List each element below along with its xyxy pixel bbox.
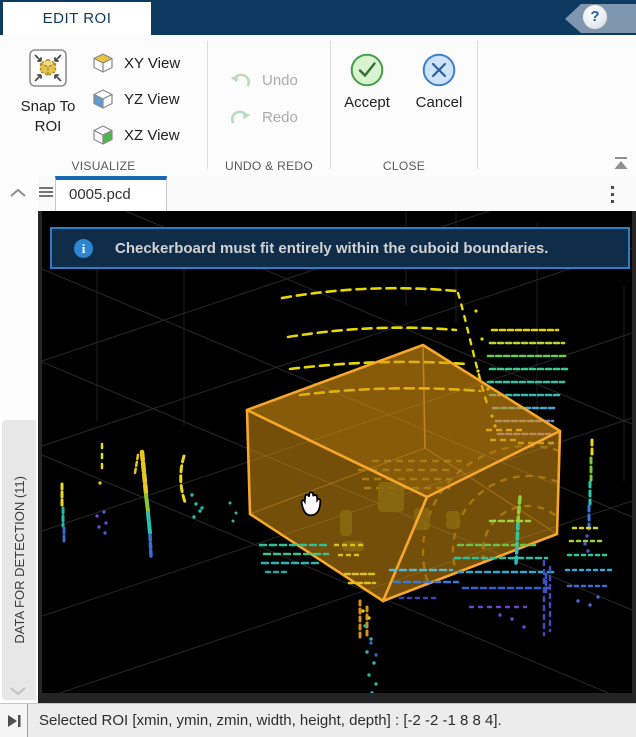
ribbon-tab-label: EDIT ROI [43, 10, 112, 27]
data-for-detection-label: DATA FOR DETECTION (11) [12, 476, 27, 644]
cancel-button[interactable]: Cancel [408, 53, 470, 111]
redo-button[interactable]: Redo [229, 104, 298, 130]
xz-view-label: XZ View [124, 127, 180, 144]
document-tab-0005[interactable]: 0005.pcd [55, 176, 167, 211]
cube-yz-icon [91, 88, 115, 110]
document-tabstrip: 0005.pcd [38, 176, 636, 211]
collapse-ribbon-icon [612, 157, 630, 170]
cancel-x-icon [422, 53, 456, 87]
chevron-down-icon[interactable] [9, 683, 27, 701]
yz-view-label: YZ View [124, 91, 180, 108]
accept-check-icon [350, 53, 384, 87]
data-for-detection-panel-tab[interactable]: DATA FOR DETECTION (11) [2, 420, 36, 700]
play-to-bar-icon [6, 714, 22, 728]
xz-view-button[interactable]: XZ View [91, 122, 180, 148]
toolbar-separator [477, 41, 478, 169]
undo-icon [229, 70, 252, 90]
status-text: Selected ROI [xmin, ymin, zmin, width, h… [28, 704, 636, 737]
open-hand-cursor-icon [302, 492, 321, 515]
toolbar-separator [207, 41, 208, 169]
snap-to-roi-label: Snap ToROI [21, 97, 76, 137]
ribbon-tab-edit-roi[interactable]: EDIT ROI [3, 2, 151, 35]
ribbon-toolbar: Snap ToROI XY View YZ View [0, 35, 636, 177]
app-window: EDIT ROI ? [0, 0, 636, 737]
expand-panel-button[interactable] [0, 704, 28, 737]
undo-label: Undo [262, 72, 298, 89]
accept-button[interactable]: Accept [338, 53, 396, 111]
collapse-ribbon-button[interactable] [612, 157, 630, 170]
help-button[interactable]: ? [565, 2, 636, 33]
accept-label: Accept [344, 94, 390, 111]
undo-button[interactable]: Undo [229, 67, 298, 93]
cube-xy-icon [91, 52, 115, 74]
snap-to-roi-icon [28, 48, 68, 88]
statusbar: Selected ROI [xmin, ymin, zmin, width, h… [0, 703, 636, 737]
point-cloud-scene[interactable] [42, 211, 632, 693]
toolbar-separator [330, 41, 331, 169]
redo-label: Redo [262, 109, 298, 126]
xy-view-label: XY View [124, 55, 180, 72]
snap-to-roi-button[interactable]: Snap ToROI [9, 48, 87, 137]
point-cloud-canvas[interactable]: i Checkerboard must fit entirely within … [38, 211, 636, 703]
chevron-up-icon[interactable] [9, 185, 27, 203]
cube-xz-icon [91, 124, 115, 146]
ribbon-tabbar: EDIT ROI ? [0, 0, 636, 35]
group-label-close: CLOSE [331, 159, 477, 173]
left-rail: DATA FOR DETECTION (11) [0, 176, 38, 703]
redo-icon [229, 107, 252, 127]
group-label-visualize: VISUALIZE [0, 159, 207, 173]
document-menu-icon[interactable] [611, 186, 614, 207]
document-list-icon[interactable] [39, 187, 53, 199]
xy-view-button[interactable]: XY View [91, 50, 180, 76]
group-label-undo-redo: UNDO & REDO [208, 159, 330, 173]
yz-view-button[interactable]: YZ View [91, 86, 180, 112]
info-banner-text: Checkerboard must fit entirely within th… [115, 240, 548, 257]
cancel-label: Cancel [416, 94, 463, 111]
info-banner: i Checkerboard must fit entirely within … [50, 227, 630, 269]
question-icon[interactable]: ? [582, 4, 608, 30]
info-icon: i [74, 239, 93, 258]
document-tab-label: 0005.pcd [69, 186, 131, 203]
